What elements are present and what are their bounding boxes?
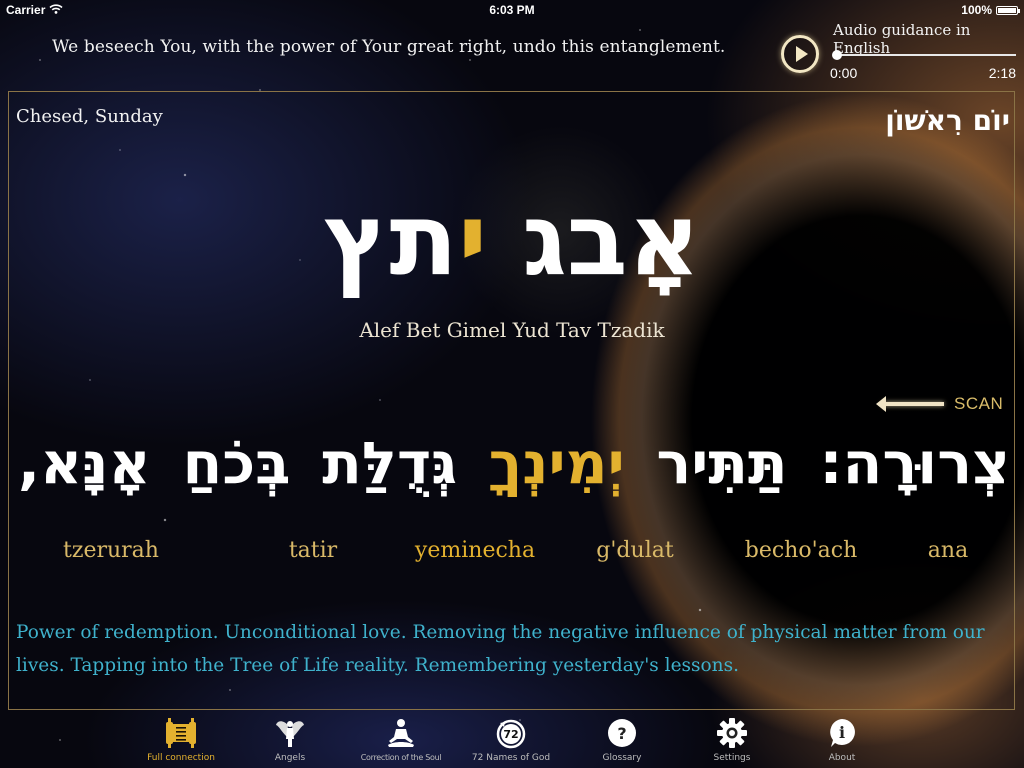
bottom-tab-bar: Full connection Angels Correction of the… bbox=[0, 712, 1024, 768]
verse-word[interactable]: אָנָּא, bbox=[18, 418, 151, 508]
hebrew-day-label: יוֹם רִאשׁוֹן bbox=[885, 104, 1010, 137]
clock: 6:03 PM bbox=[489, 3, 535, 17]
tab-settings[interactable]: Settings bbox=[677, 716, 787, 763]
scan-button[interactable]: SCAN bbox=[876, 394, 1004, 414]
play-button[interactable] bbox=[781, 35, 819, 73]
tab-label: 72 Names of God bbox=[471, 753, 551, 763]
verse-word[interactable]: בְּכֹחַ bbox=[182, 418, 290, 508]
translit-word-highlighted: yeminecha bbox=[414, 538, 536, 563]
verse-word[interactable]: צְרוּרָה: bbox=[819, 418, 1010, 508]
translit-word: tatir bbox=[288, 538, 338, 563]
question-glyph: ? bbox=[617, 724, 626, 743]
audio-current-time: 0:00 bbox=[830, 65, 858, 81]
72-names-icon: 72 bbox=[456, 716, 566, 750]
scan-label: SCAN bbox=[954, 394, 1004, 413]
audio-title: Audio guidance in English bbox=[833, 21, 971, 57]
info-icon: i bbox=[787, 716, 897, 750]
tab-label: Settings bbox=[713, 753, 751, 763]
tab-72-names-of-god[interactable]: 72 72 Names of God bbox=[456, 716, 566, 763]
audio-slider-thumb[interactable] bbox=[832, 50, 842, 60]
audio-duration: 2:18 bbox=[988, 65, 1016, 81]
info-glyph: i bbox=[839, 723, 845, 742]
name-letters-part: תץ bbox=[323, 181, 458, 298]
sefira-day-label: Chesed, Sunday bbox=[16, 106, 163, 127]
72-badge-text: 72 bbox=[503, 728, 518, 741]
status-bar: Carrier 6:03 PM 100% bbox=[0, 0, 1024, 20]
translit-word: tzerurah bbox=[63, 538, 159, 563]
verse-word[interactable]: תַּתִּיר bbox=[656, 418, 787, 508]
tab-about[interactable]: i About bbox=[787, 716, 897, 763]
name-letter-highlight: י bbox=[457, 181, 488, 298]
verse-word-highlighted[interactable]: יְמִינְךָ bbox=[489, 418, 625, 508]
meaning-text: Power of redemption. Unconditional love.… bbox=[16, 622, 985, 676]
name-transliteration: Alef Bet Gimel Yud Tav Tzadik bbox=[359, 318, 665, 342]
translit-word: ana bbox=[927, 538, 969, 563]
battery-icon bbox=[996, 5, 1020, 15]
question-icon: ? bbox=[567, 716, 677, 750]
verse-word[interactable]: גְּדֻלַּת bbox=[322, 418, 457, 508]
tab-label: Correction of the Soul bbox=[360, 753, 442, 762]
tab-label: Glossary bbox=[602, 753, 642, 763]
angel-icon bbox=[235, 716, 345, 750]
scroll-icon bbox=[126, 716, 236, 750]
translit-word: g'dulat bbox=[596, 538, 674, 563]
tab-label: Angels bbox=[274, 753, 306, 763]
name-letters-part: אָבג bbox=[487, 181, 701, 298]
tab-angels[interactable]: Angels bbox=[235, 716, 345, 763]
tab-glossary[interactable]: ? Glossary bbox=[567, 716, 677, 763]
hebrew-name-letters: אָבג יתץ bbox=[0, 180, 1024, 300]
gear-icon bbox=[677, 716, 787, 750]
translit-word: becho'ach bbox=[744, 538, 858, 563]
tab-full-connection[interactable]: Full connection bbox=[126, 716, 236, 763]
battery-percent: 100% bbox=[961, 3, 992, 17]
prayer-translation: We beseech You, with the power of Your g… bbox=[52, 37, 726, 57]
tab-correction-of-the-soul[interactable]: Correction of the Soul bbox=[346, 716, 456, 762]
meditation-icon bbox=[346, 716, 456, 750]
verse-hebrew: אָנָּא, בְּכֹחַ גְּדֻלַּת יְמִינְךָ תַּת… bbox=[0, 418, 1024, 508]
play-icon bbox=[796, 46, 808, 62]
audio-progress-slider[interactable] bbox=[832, 50, 1016, 60]
arrow-left-icon bbox=[876, 396, 944, 412]
tab-label: Full connection bbox=[147, 753, 215, 763]
tab-label: About bbox=[828, 753, 856, 763]
verse-transliteration: ana becho'ach g'dulat yeminecha tatir tz… bbox=[0, 538, 1024, 572]
